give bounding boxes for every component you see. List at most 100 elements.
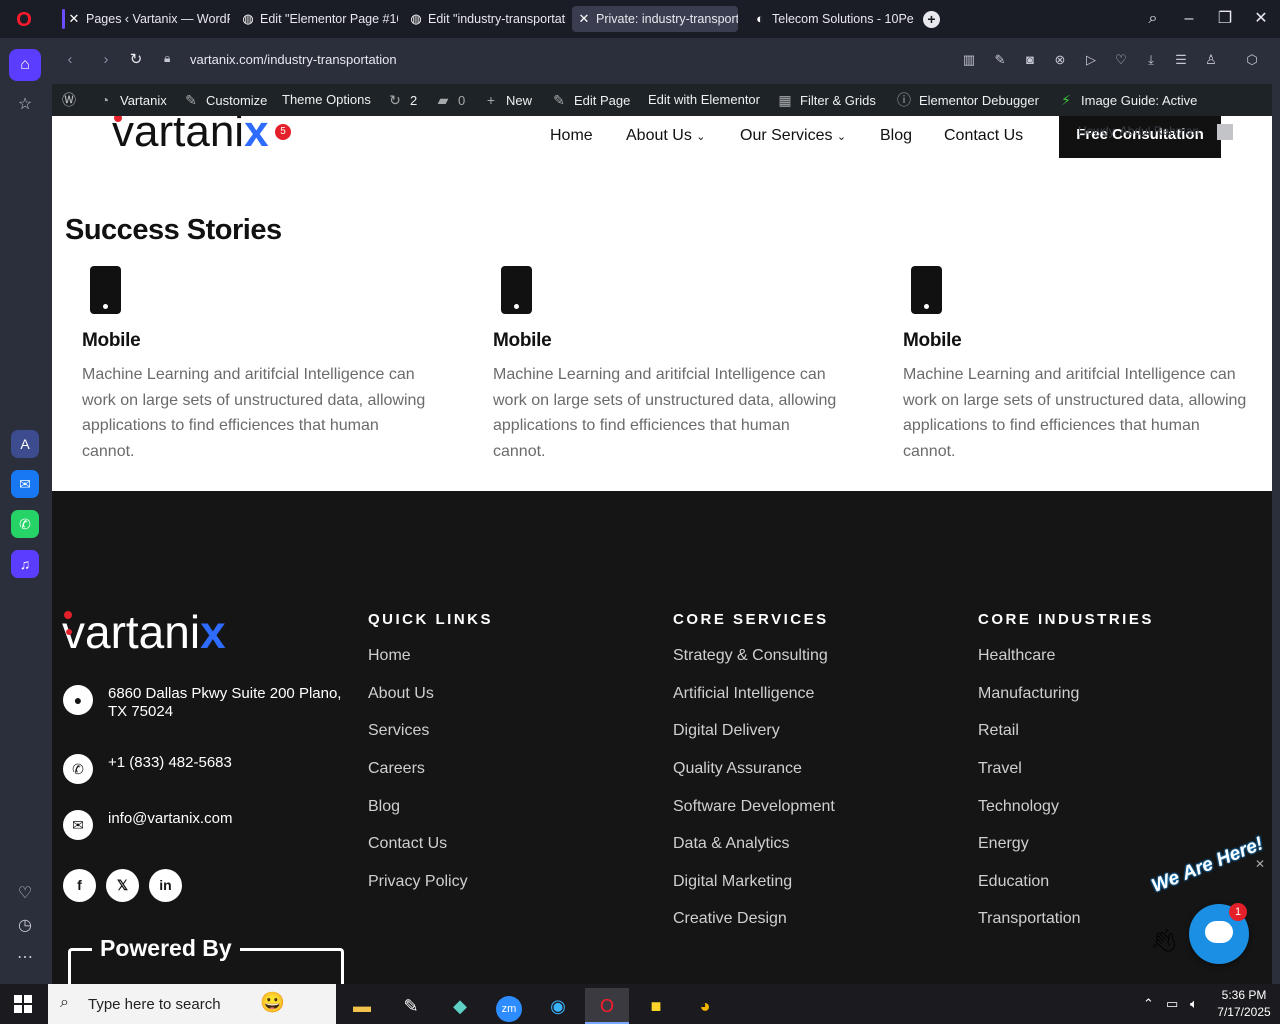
- wp-edit-elementor[interactable]: Edit with Elementor: [648, 84, 760, 116]
- email-text[interactable]: info@vartanix.com: [108, 810, 232, 828]
- footer-link-about[interactable]: About Us: [368, 685, 434, 703]
- footer-industry-link[interactable]: Transportation: [978, 910, 1081, 928]
- footer-service-link[interactable]: Creative Design: [673, 910, 787, 928]
- footer-industry-link[interactable]: Travel: [978, 760, 1022, 778]
- footer-link-services[interactable]: Services: [368, 722, 429, 740]
- play-icon[interactable]: ▷: [1082, 51, 1100, 69]
- minimize-button[interactable]: –: [1178, 8, 1200, 30]
- vartanix-x-icon: ✕: [578, 11, 590, 26]
- phone-text[interactable]: +1 (833) 482-5683: [108, 754, 232, 772]
- wordpress-logo-icon[interactable]: Ⓦ: [60, 84, 84, 116]
- footer-service-link[interactable]: Data & Analytics: [673, 835, 790, 853]
- chrome-icon[interactable]: ◕: [683, 988, 727, 1024]
- footer-industry-link[interactable]: Healthcare: [978, 647, 1055, 665]
- browser-tab[interactable]: ◐ Telecom Solutions - 10Pea: [748, 6, 914, 32]
- speed-dial-icon[interactable]: ☆: [9, 89, 41, 121]
- browser-tab[interactable]: ◍ Edit "industry-transportatio: [404, 6, 566, 32]
- taskbar-search[interactable]: ⌕ Type here to search 😀: [48, 984, 336, 1024]
- footer-service-link[interactable]: Quality Assurance: [673, 760, 802, 778]
- nav-about-us[interactable]: About Us ⌄: [626, 127, 705, 145]
- heart-icon[interactable]: ♡: [9, 878, 41, 910]
- wp-site-name[interactable]: ◔ Vartanix: [96, 84, 167, 116]
- site-logo[interactable]: vartanix: [112, 116, 269, 154]
- new-tab-button[interactable]: +: [923, 11, 940, 28]
- music-player-icon[interactable]: ♫: [11, 550, 39, 578]
- more-icon[interactable]: ⋯: [9, 942, 41, 974]
- facebook-icon[interactable]: f: [63, 869, 96, 902]
- nav-home[interactable]: Home: [550, 127, 593, 145]
- extensions-icon[interactable]: ⬡: [1243, 51, 1261, 69]
- footer-service-link[interactable]: Digital Marketing: [673, 873, 792, 891]
- browser-tab-active[interactable]: ✕ Private: industry-transport: [572, 6, 738, 32]
- footer-link-privacy[interactable]: Privacy Policy: [368, 873, 468, 891]
- home-icon[interactable]: ⌂: [9, 49, 41, 81]
- wp-image-guide[interactable]: ⚡︎ Image Guide: Active: [1057, 84, 1197, 116]
- nav-blog[interactable]: Blog: [880, 127, 912, 145]
- footer-industry-link[interactable]: Retail: [978, 722, 1019, 740]
- footer-service-link[interactable]: Strategy & Consulting: [673, 647, 828, 665]
- footer-link-careers[interactable]: Careers: [368, 760, 425, 778]
- edit-icon[interactable]: ✎: [991, 51, 1009, 69]
- opera-logo-icon[interactable]: O: [13, 9, 35, 31]
- footer-industry-link[interactable]: Education: [978, 873, 1049, 891]
- wp-customize[interactable]: ✎ Customize: [182, 84, 267, 116]
- messenger-icon[interactable]: ✉: [11, 470, 39, 498]
- footer-service-link[interactable]: Software Development: [673, 798, 835, 816]
- wp-howdy[interactable]: Howdy, Abdul Rehman: [1078, 124, 1199, 138]
- reload-icon[interactable]: ↻: [126, 50, 146, 70]
- close-window-button[interactable]: ✕: [1250, 8, 1272, 30]
- adblock-icon[interactable]: ⊗: [1051, 51, 1069, 69]
- wp-filter-grids[interactable]: ▦ Filter & Grids: [776, 84, 875, 116]
- footer-link-home[interactable]: Home: [368, 647, 411, 665]
- download-icon[interactable]: ⤓: [1142, 51, 1160, 69]
- url-field[interactable]: vartanix.com/industry-transportation: [190, 52, 397, 67]
- footer-industry-link[interactable]: Technology: [978, 798, 1059, 816]
- search-tabs-icon[interactable]: ⌕: [1142, 8, 1164, 30]
- footer-industry-link[interactable]: Manufacturing: [978, 685, 1079, 703]
- heart-icon[interactable]: ♡: [1112, 51, 1130, 69]
- footer-service-link[interactable]: Digital Delivery: [673, 722, 780, 740]
- footer-industry-link[interactable]: Energy: [978, 835, 1029, 853]
- paint-icon[interactable]: ✎: [389, 988, 433, 1024]
- wp-updates[interactable]: ↻ 2: [386, 84, 417, 116]
- wp-new[interactable]: + New: [482, 84, 532, 116]
- forward-icon[interactable]: ›: [96, 50, 116, 70]
- windows-start-icon[interactable]: [14, 995, 32, 1013]
- x-twitter-icon[interactable]: 𝕏: [106, 869, 139, 902]
- easy-setup-icon[interactable]: ☰: [1172, 51, 1190, 69]
- linkedin-icon[interactable]: in: [149, 869, 182, 902]
- wp-theme-options[interactable]: Theme Options: [282, 84, 371, 116]
- nav-our-services[interactable]: Our Services ⌄: [740, 127, 846, 145]
- camera-icon[interactable]: ◙: [1021, 51, 1039, 69]
- browser-tab[interactable]: ✕ Pages ‹ Vartanix — WordP: [62, 6, 230, 32]
- edge-icon[interactable]: ◉: [536, 988, 580, 1024]
- app-diamond-icon[interactable]: ◆: [438, 988, 482, 1024]
- maximize-button[interactable]: ❐: [1214, 8, 1236, 30]
- wp-edit-page[interactable]: ✎ Edit Page: [550, 84, 630, 116]
- volume-icon[interactable]: 🔈︎: [1190, 996, 1198, 1012]
- network-icon[interactable]: ▭: [1166, 996, 1178, 1012]
- wp-comments[interactable]: ▰ 0: [434, 84, 466, 116]
- nav-contact-us[interactable]: Contact Us: [944, 127, 1023, 145]
- reader-icon[interactable]: ▥: [960, 51, 978, 69]
- file-explorer-icon[interactable]: ▬: [340, 988, 384, 1024]
- history-icon[interactable]: ◷: [9, 910, 41, 942]
- footer-link-contact[interactable]: Contact Us: [368, 835, 447, 853]
- tray-chevron-up-icon[interactable]: ⌃: [1143, 996, 1154, 1012]
- whatsapp-icon[interactable]: ✆: [11, 510, 39, 538]
- chat-close-icon[interactable]: ✕: [1255, 857, 1265, 871]
- sticky-notes-icon[interactable]: ■: [634, 988, 678, 1024]
- wp-elementor-debugger[interactable]: ⓘ Elementor Debugger: [895, 84, 1039, 116]
- footer-link-blog[interactable]: Blog: [368, 798, 400, 816]
- footer-service-link[interactable]: Artificial Intelligence: [673, 685, 814, 703]
- profile-icon[interactable]: ♙: [1202, 51, 1220, 69]
- back-icon[interactable]: ‹: [60, 50, 80, 70]
- zoom-icon[interactable]: zm: [487, 988, 531, 1024]
- avatar[interactable]: [1217, 124, 1233, 140]
- opera-taskbar-icon[interactable]: O: [585, 988, 629, 1024]
- footer-logo[interactable]: vartanix: [62, 607, 226, 657]
- taskbar-clock[interactable]: 5:36 PM 7/17/2025: [1214, 987, 1274, 1021]
- lock-icon[interactable]: 🔒︎: [164, 51, 170, 66]
- aria-app-icon[interactable]: A: [11, 430, 39, 458]
- browser-tab[interactable]: ◍ Edit "Elementor Page #100: [236, 6, 398, 32]
